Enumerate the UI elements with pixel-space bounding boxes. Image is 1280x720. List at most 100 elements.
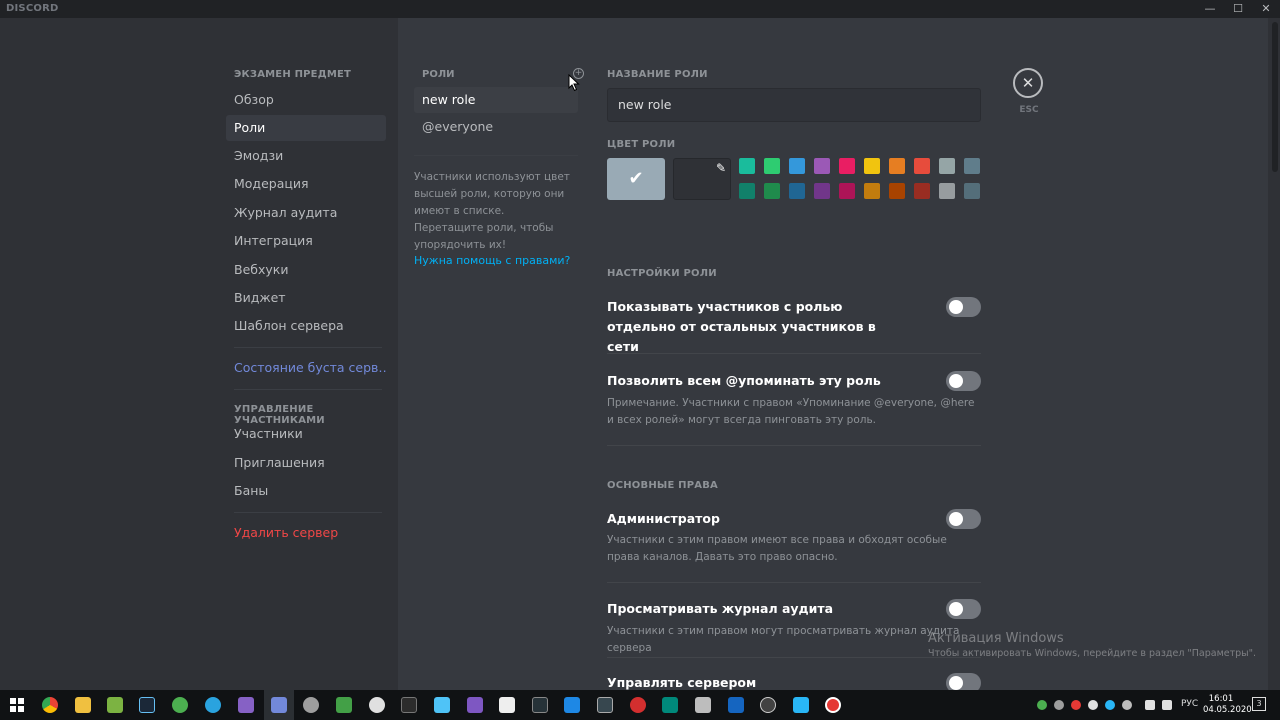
- file-explorer-icon[interactable]: [75, 697, 91, 713]
- scrollbar-thumb[interactable]: [1272, 22, 1278, 172]
- network-icon[interactable]: [1145, 700, 1155, 710]
- language-indicator[interactable]: РУС: [1181, 699, 1198, 709]
- app-icon[interactable]: [662, 697, 678, 713]
- record-icon[interactable]: [825, 697, 841, 713]
- sidebar-item-delete-server[interactable]: Удалить сервер: [226, 520, 386, 546]
- color-swatch[interactable]: [889, 183, 905, 199]
- tray-icon[interactable]: [1105, 700, 1115, 710]
- app-name: DISCORD: [6, 3, 59, 14]
- mention-setting-desc: Примечание. Участники с правом «Упоминан…: [607, 397, 975, 426]
- clock-date: 04.05.2020: [1203, 705, 1252, 715]
- admin-setting-title: Администратор: [607, 511, 720, 526]
- hoist-toggle[interactable]: [946, 297, 981, 317]
- discord-taskbar-icon[interactable]: [271, 697, 287, 713]
- sidebar-item-webhooks[interactable]: Вебхуки: [226, 257, 386, 283]
- window-close-button[interactable]: ✕: [1252, 0, 1280, 18]
- color-swatch[interactable]: [864, 158, 880, 174]
- mention-toggle[interactable]: [946, 371, 981, 391]
- color-swatch[interactable]: [839, 158, 855, 174]
- roles-divider: [414, 155, 578, 156]
- color-swatch[interactable]: [739, 158, 755, 174]
- role-color-title: ЦВЕТ РОЛИ: [607, 139, 676, 150]
- color-swatch[interactable]: [914, 183, 930, 199]
- scrollbar-track[interactable]: [1270, 18, 1280, 690]
- roles-help-text: Участники используют цвет высшей роли, к…: [414, 171, 570, 251]
- color-swatch[interactable]: [889, 158, 905, 174]
- windows-start-icon[interactable]: [9, 697, 25, 713]
- role-item-new-role[interactable]: new role: [414, 87, 578, 113]
- sidebar-item-audit-log[interactable]: Журнал аудита: [226, 200, 386, 226]
- color-swatch[interactable]: [814, 158, 830, 174]
- steam-icon[interactable]: [139, 697, 155, 713]
- role-name-input[interactable]: new role: [607, 88, 981, 122]
- sidebar-item-widget[interactable]: Виджет: [226, 285, 386, 311]
- tray-icon[interactable]: [1037, 700, 1047, 710]
- color-swatch[interactable]: [939, 158, 955, 174]
- tray-icon[interactable]: [1122, 700, 1132, 710]
- audit-toggle[interactable]: [946, 599, 981, 619]
- setting-divider: [607, 582, 981, 583]
- app-icon[interactable]: [630, 697, 646, 713]
- app-icon[interactable]: [303, 697, 319, 713]
- minimize-button[interactable]: —: [1196, 0, 1224, 18]
- color-swatch[interactable]: [814, 183, 830, 199]
- word-icon[interactable]: [728, 697, 744, 713]
- taskbar-clock[interactable]: 16:01 04.05.2020: [1203, 694, 1252, 716]
- app-icon[interactable]: [336, 697, 352, 713]
- clock-time: 16:01: [1208, 694, 1234, 704]
- calculator-icon[interactable]: [695, 697, 711, 713]
- app-icon[interactable]: [760, 697, 776, 713]
- notepad-icon[interactable]: [107, 697, 123, 713]
- color-swatch[interactable]: [964, 158, 980, 174]
- sidebar-item-integrations[interactable]: Интеграция: [226, 228, 386, 254]
- app-icon[interactable]: [499, 697, 515, 713]
- sidebar-item-invites[interactable]: Приглашения: [226, 450, 386, 476]
- volume-icon[interactable]: [1162, 700, 1172, 710]
- tray-icon[interactable]: [1071, 700, 1081, 710]
- vscode-icon[interactable]: [564, 697, 580, 713]
- notifications-icon[interactable]: 3: [1252, 697, 1266, 711]
- sidebar-item-moderation[interactable]: Модерация: [226, 171, 386, 197]
- toggle-knob: [949, 300, 963, 314]
- color-swatch[interactable]: [914, 158, 930, 174]
- admin-toggle[interactable]: [946, 509, 981, 529]
- windows-taskbar: РУС 16:01 04.05.2020 3: [0, 690, 1280, 720]
- chrome-icon[interactable]: [42, 697, 58, 713]
- maximize-button[interactable]: ☐: [1224, 0, 1252, 18]
- setting-divider: [607, 353, 981, 354]
- color-swatch[interactable]: [839, 183, 855, 199]
- color-swatch[interactable]: [739, 183, 755, 199]
- color-swatch[interactable]: [764, 183, 780, 199]
- app-icon[interactable]: [597, 697, 613, 713]
- color-swatch[interactable]: [939, 183, 955, 199]
- tray-icon[interactable]: [1054, 700, 1064, 710]
- color-swatch[interactable]: [789, 183, 805, 199]
- custom-color-swatch[interactable]: ✎: [673, 158, 731, 200]
- visual-studio-icon[interactable]: [238, 697, 254, 713]
- sidebar-item-bans[interactable]: Баны: [226, 478, 386, 504]
- color-swatch[interactable]: [764, 158, 780, 174]
- app-icon[interactable]: [434, 697, 450, 713]
- close-icon[interactable]: ✕: [1013, 68, 1043, 98]
- telegram-icon[interactable]: [205, 697, 221, 713]
- tray-icon[interactable]: [1088, 700, 1098, 710]
- sidebar-item-boost-status[interactable]: Состояние буста серв…: [226, 355, 386, 381]
- sidebar-item-overview[interactable]: Обзор: [226, 87, 386, 113]
- default-color-swatch[interactable]: ✔: [607, 158, 665, 200]
- color-swatch[interactable]: [864, 183, 880, 199]
- window-titlebar: DISCORD — ☐ ✕: [0, 0, 1280, 18]
- terminal-icon[interactable]: [532, 697, 548, 713]
- color-swatch[interactable]: [789, 158, 805, 174]
- steelseries-icon[interactable]: [369, 697, 385, 713]
- sidebar-item-members[interactable]: Участники: [226, 421, 386, 447]
- utorrent-icon[interactable]: [172, 697, 188, 713]
- epic-games-icon[interactable]: [401, 697, 417, 713]
- photos-icon[interactable]: [793, 697, 809, 713]
- sidebar-item-server-template[interactable]: Шаблон сервера: [226, 313, 386, 339]
- sidebar-item-roles[interactable]: Роли: [226, 115, 386, 141]
- sidebar-item-emoji[interactable]: Эмодзи: [226, 143, 386, 169]
- twitch-icon[interactable]: [467, 697, 483, 713]
- color-swatch[interactable]: [964, 183, 980, 199]
- role-item-everyone[interactable]: @everyone: [414, 114, 578, 140]
- permissions-help-link[interactable]: Нужна помощь с правами?: [414, 254, 570, 267]
